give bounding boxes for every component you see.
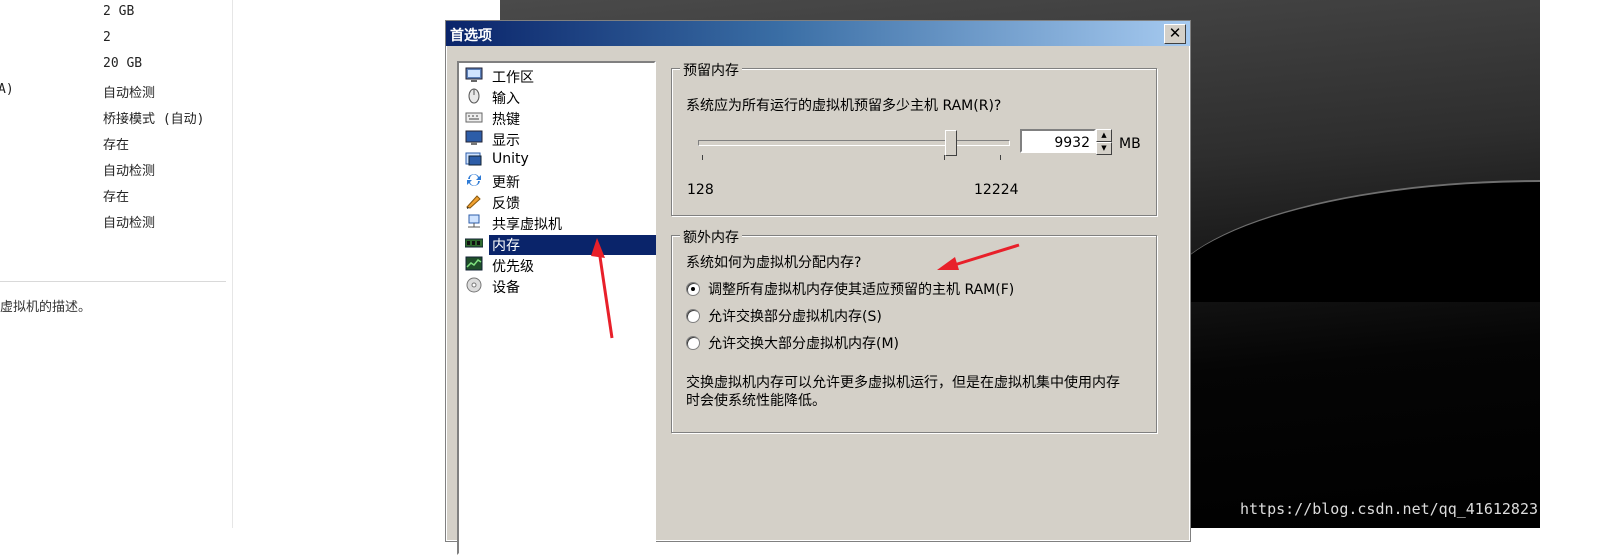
feedback-icon <box>466 195 481 209</box>
radio-fit-reserved[interactable]: 调整所有虚拟机内存使其适应预留的主机 RAM(F) <box>686 278 1086 300</box>
tree-item-memory[interactable]: 内存 <box>463 233 656 255</box>
summary-value: 20 GB <box>103 56 143 71</box>
tree-item-label: Unity <box>492 151 529 167</box>
spin-down-button[interactable]: ▼ <box>1096 142 1112 155</box>
devices-icon <box>466 277 482 293</box>
slider-max-label: 12224 <box>974 182 1019 198</box>
tree-item-workspace[interactable]: 工作区 <box>463 65 652 86</box>
summary-value: 自动检测 <box>103 164 156 179</box>
workspace-icon <box>465 67 483 82</box>
tree-item-label: 反馈 <box>492 196 520 212</box>
summary-value: 存在 <box>103 138 130 153</box>
extra-memory-group: 额外内存 系统如何为虚拟机分配内存? 调整所有虚拟机内存使其适应预留的主机 RA… <box>671 227 1157 433</box>
summary-row: 2 <box>0 30 232 56</box>
keyboard-icon <box>465 112 483 123</box>
tree-item-label: 更新 <box>492 175 520 191</box>
radio-circle[interactable] <box>686 309 700 323</box>
summary-value: 2 <box>103 30 111 45</box>
preferences-tree[interactable]: 工作区 输入 热键 显示 Unity 更新 反馈 共享虚拟机 内存 优先级 设备 <box>457 61 656 555</box>
radio-swap-most[interactable]: 允许交换大部分虚拟机内存(M) <box>686 332 1086 354</box>
summary-divider <box>0 281 226 282</box>
slider-min-label: 128 <box>687 182 714 198</box>
tree-item-label: 显示 <box>492 133 520 149</box>
reserved-ram-spinner[interactable]: ▲ ▼ <box>1096 129 1112 155</box>
summary-row: 自动检测 <box>0 160 232 186</box>
summary-row: 20 GB <box>0 56 232 82</box>
summary-value: 自动检测 <box>103 86 156 101</box>
tree-item-feedback[interactable]: 反馈 <box>463 191 652 212</box>
right-margin <box>1540 0 1618 528</box>
group-title: 额外内存 <box>680 227 742 247</box>
summary-row: 存在 <box>0 186 232 212</box>
slider-tick <box>944 155 945 160</box>
summary-row: 桥接模式 (自动) <box>0 108 232 134</box>
summary-value: 2 GB <box>103 4 135 19</box>
summary-key: A) <box>0 82 14 97</box>
shared-vm-icon <box>468 214 480 228</box>
summary-row: 存在 <box>0 134 232 160</box>
monitor-icon <box>465 130 483 145</box>
tree-item-label: 内存 <box>489 235 656 255</box>
summary-row: 2 GB <box>0 4 232 30</box>
preferences-dialog: 首选项 ✕ 工作区 输入 热键 显示 Unity 更新 反馈 共享虚拟机 内存 … <box>445 20 1191 555</box>
group-title: 预留内存 <box>680 60 742 80</box>
memory-slider-thumb[interactable] <box>944 130 957 156</box>
tree-item-label: 工作区 <box>492 70 534 86</box>
swap-note-line2: 时会使系统性能降低。 <box>686 393 826 409</box>
tree-item-label: 优先级 <box>492 259 534 275</box>
summary-row: 自动检测 <box>0 212 232 238</box>
radio-circle[interactable] <box>686 336 700 350</box>
mouse-icon <box>468 88 480 104</box>
radio-dot <box>691 287 695 291</box>
tree-item-hotkeys[interactable]: 热键 <box>463 107 652 128</box>
radio-swap-some[interactable]: 允许交换部分虚拟机内存(S) <box>686 305 1086 327</box>
tree-item-label: 热键 <box>492 112 520 128</box>
radio-label[interactable]: 允许交换大部分虚拟机内存(M) <box>708 333 899 353</box>
tree-item-label: 共享虚拟机 <box>492 217 562 233</box>
tree-item-input[interactable]: 输入 <box>463 86 652 107</box>
update-icon <box>467 174 481 186</box>
summary-row: A) 自动检测 <box>0 82 232 108</box>
vm-summary-panel: 2 GB 2 20 GB A) 自动检测 桥接模式 (自动) 存在 自动检测 存… <box>0 0 233 528</box>
watermark: https://blog.csdn.net/qq_41612823 <box>1240 500 1539 518</box>
slider-tick <box>1000 155 1001 160</box>
tree-item-label: 设备 <box>492 280 520 296</box>
dialog-title-bar[interactable]: 首选项 ✕ <box>446 21 1190 46</box>
tree-item-updates[interactable]: 更新 <box>463 170 652 191</box>
close-button[interactable]: ✕ <box>1164 24 1186 44</box>
summary-value: 存在 <box>103 190 130 205</box>
reserved-memory-question: 系统应为所有运行的虚拟机预留多少主机 RAM(R)? <box>686 98 1002 114</box>
summary-value: 桥接模式 (自动) <box>103 112 205 127</box>
tree-item-priority[interactable]: 优先级 <box>463 254 652 275</box>
spin-up-button[interactable]: ▲ <box>1096 129 1112 142</box>
radio-label[interactable]: 调整所有虚拟机内存使其适应预留的主机 RAM(F) <box>708 279 1014 299</box>
memory-slider-track[interactable] <box>698 140 1010 146</box>
tree-item-unity[interactable]: Unity <box>463 149 652 170</box>
dialog-title: 首选项 <box>450 28 492 44</box>
tree-item-label: 输入 <box>492 91 520 107</box>
slider-tick <box>702 155 703 160</box>
extra-memory-question: 系统如何为虚拟机分配内存? <box>686 255 862 271</box>
unity-icon <box>465 152 482 166</box>
summary-value: 自动检测 <box>103 216 156 231</box>
tree-item-display[interactable]: 显示 <box>463 128 652 149</box>
reserved-memory-group: 预留内存 系统应为所有运行的虚拟机预留多少主机 RAM(R)? 9932 ▲ ▼… <box>671 60 1157 216</box>
reserved-ram-input[interactable]: 9932 <box>1020 129 1096 153</box>
swap-note-line1: 交换虚拟机内存可以允许更多虚拟机运行，但是在虚拟机集中使用内存 <box>686 375 1120 391</box>
radio-label[interactable]: 允许交换部分虚拟机内存(S) <box>708 306 882 326</box>
memory-icon <box>465 238 483 248</box>
priority-icon <box>465 256 483 271</box>
radio-circle[interactable] <box>686 282 700 296</box>
ram-unit: MB <box>1119 136 1141 152</box>
vm-description-text: 虚拟机的描述。 <box>0 300 92 315</box>
tree-item-shared-vms[interactable]: 共享虚拟机 <box>463 212 652 233</box>
tree-item-devices[interactable]: 设备 <box>463 275 652 296</box>
